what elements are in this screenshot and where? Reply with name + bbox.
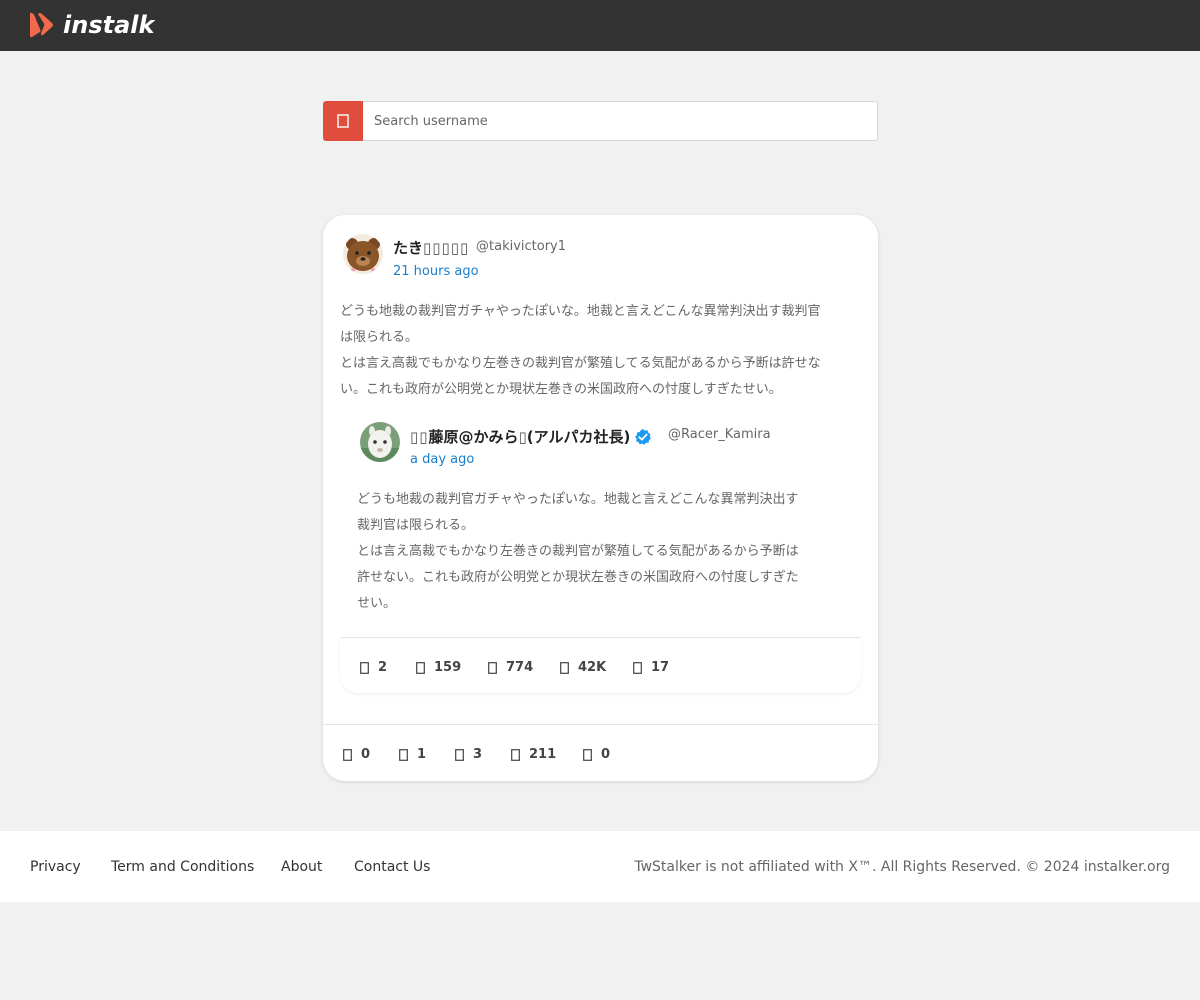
quoted-text-line: 裁判官は限られる。 xyxy=(357,518,475,533)
verified-badge-icon xyxy=(635,428,652,445)
quoted-text-line: どうも地裁の裁判官ガチャやったぽいな。地裁と言えどこんな異常判決出す xyxy=(357,492,799,507)
logo[interactable]: instalk xyxy=(28,11,155,39)
post-text-line: とは言え高裁でもかなり左巻きの裁判官が繁殖してる気配があるから予断は許せな xyxy=(340,356,821,371)
quoted-reply-count[interactable]: 2 xyxy=(360,660,387,675)
quoted-like-count[interactable]: 774 xyxy=(488,660,533,675)
views-icon xyxy=(560,661,569,674)
quoted-retweet-count[interactable]: 159 xyxy=(416,660,461,675)
quoted-stats-bar: 2 159 774 42K 17 xyxy=(340,637,861,693)
logo-text: instalk xyxy=(63,11,155,39)
divider xyxy=(323,724,878,725)
top-bar: instalk xyxy=(0,0,1200,51)
quoted-text-line: せい。 xyxy=(357,596,397,611)
quoted-author-name[interactable]: ▯▯ 藤原@かみら ▯ (アルパカ社長) xyxy=(410,426,652,447)
search-icon xyxy=(337,114,349,128)
search-button[interactable] xyxy=(323,101,363,141)
views-count[interactable]: 211 xyxy=(511,747,556,762)
like-icon xyxy=(455,748,464,761)
bookmark-icon xyxy=(633,661,642,674)
post-text: どうも地裁の裁判官ガチャやったぽいな。地裁と言えどこんな異常判決出す裁判官 は限… xyxy=(340,299,865,403)
retweet-icon xyxy=(399,748,408,761)
quoted-post-text: どうも地裁の裁判官ガチャやったぽいな。地裁と言えどこんな異常判決出す 裁判官は限… xyxy=(357,487,847,617)
quoted-author-handle[interactable]: @Racer_Kamira xyxy=(668,427,771,442)
logo-icon xyxy=(30,12,53,38)
author-avatar[interactable] xyxy=(343,234,383,274)
footer-link-about[interactable]: About xyxy=(281,859,322,875)
footer: Privacy Term and Conditions About Contac… xyxy=(0,831,1200,902)
like-count[interactable]: 3 xyxy=(455,747,482,762)
quoted-views-count[interactable]: 42K xyxy=(560,660,606,675)
footer-link-terms[interactable]: Term and Conditions xyxy=(111,859,254,875)
post-text-line: い。これも政府が公明党とか現状左巻きの米国政府への忖度しすぎたせい。 xyxy=(340,382,782,397)
retweet-icon xyxy=(416,661,425,674)
post-text-line: は限られる。 xyxy=(340,330,419,345)
post-time[interactable]: 21 hours ago xyxy=(393,264,479,279)
post-text-line: どうも地裁の裁判官ガチャやったぽいな。地裁と言えどこんな異常判決出す裁判官 xyxy=(340,304,821,319)
author-handle[interactable]: @takivictory1 xyxy=(476,239,566,254)
quoted-bookmark-count[interactable]: 17 xyxy=(633,660,669,675)
post-card: たき▯▯▯▯▯ @takivictory1 21 hours ago どうも地裁… xyxy=(323,215,878,781)
search-input[interactable] xyxy=(363,101,878,141)
quoted-post-time[interactable]: a day ago xyxy=(410,452,474,467)
views-icon xyxy=(511,748,520,761)
bookmark-icon xyxy=(583,748,592,761)
reply-icon xyxy=(343,748,352,761)
quoted-author-avatar[interactable] xyxy=(360,422,400,462)
footer-copyright: TwStalker is not affiliated with X™. All… xyxy=(634,859,1170,875)
footer-link-contact[interactable]: Contact Us xyxy=(354,859,430,875)
reply-icon xyxy=(360,661,369,674)
quoted-text-line: 許せない。これも政府が公明党とか現状左巻きの米国政府への忖度しすぎた xyxy=(357,570,799,585)
bookmark-count[interactable]: 0 xyxy=(583,747,610,762)
reply-count[interactable]: 0 xyxy=(343,747,370,762)
footer-link-privacy[interactable]: Privacy xyxy=(30,859,81,875)
like-icon xyxy=(488,661,497,674)
search-bar xyxy=(323,101,878,141)
author-name[interactable]: たき▯▯▯▯▯ xyxy=(393,237,469,258)
quoted-text-line: とは言え高裁でもかなり左巻きの裁判官が繁殖してる気配があるから予断は xyxy=(357,544,799,559)
retweet-count[interactable]: 1 xyxy=(399,747,426,762)
